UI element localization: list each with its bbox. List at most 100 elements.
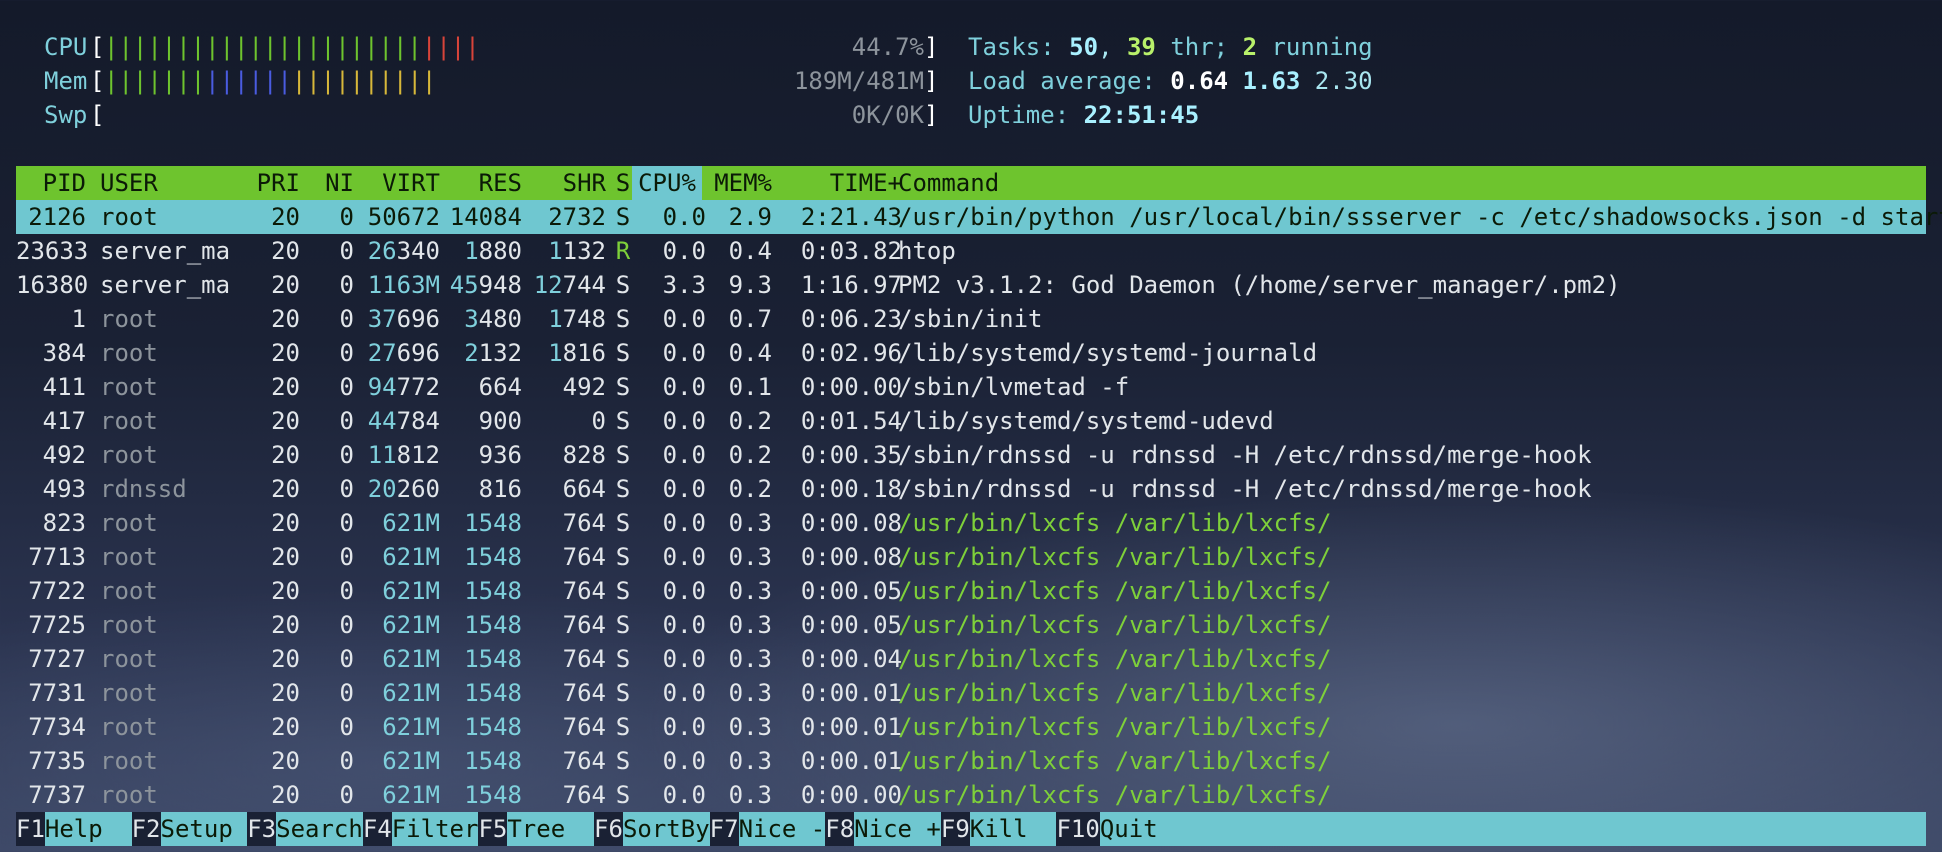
table-row[interactable]: 7734 root 20 0 621M 1548 764 S 0.0 0.3 0:00.01/usr… [16, 710, 1926, 744]
cell-pid: 1 [71, 305, 86, 333]
cell-cpu: 0.0 [662, 305, 706, 333]
table-row[interactable]: 7713 root 20 0 621M 1548 764 S 0.0 0.3 0:00.08/usr… [16, 540, 1926, 574]
function-key-f8[interactable]: F8 [825, 812, 855, 846]
swap-meter-value: 0K/0K [851, 101, 924, 129]
cell-value-low: 696 [396, 305, 440, 333]
function-key-f2[interactable]: F2 [131, 812, 161, 846]
process-list[interactable]: 2126 root 20 0 50672 14084 2732 S 0.0 2.9 2:21.43/… [16, 200, 1942, 812]
function-key-f6[interactable]: F6 [594, 812, 623, 846]
tasks-separator: , [1098, 33, 1113, 61]
table-row[interactable]: 23633 server_ma 20 0 26340 1880 1132 R 0.0 0.4 0:0… [16, 234, 1926, 268]
cell-res: 1880 [440, 234, 522, 268]
table-row[interactable]: 7725 root 20 0 621M 1548 764 S 0.0 0.3 0:00.05/usr… [16, 608, 1926, 642]
cell-virt: 27696 [354, 336, 440, 370]
column-header-pri[interactable]: PRI [240, 166, 300, 200]
cell-virt: 621M [382, 713, 440, 741]
cell-mem: 0.3 [728, 645, 772, 673]
running-count: 2 [1242, 33, 1258, 61]
uptime-info: Uptime: 22:51:45 [968, 98, 1199, 132]
function-key-label-f7[interactable]: Nice - [739, 812, 826, 846]
cell-cmd: /usr/bin/lxcfs /var/lib/lxcfs/ [898, 543, 1332, 571]
cell-pri: 20 [271, 441, 300, 469]
mem-meter-label: Mem [44, 67, 88, 95]
table-row[interactable]: 384 root 20 0 27696 2132 1816 S 0.0 0.4 0:02.96/li… [16, 336, 1926, 370]
table-row[interactable]: 823 root 20 0 621M 1548 764 S 0.0 0.3 0:00.08/usr/… [16, 506, 1926, 540]
table-row[interactable]: 7727 root 20 0 621M 1548 764 S 0.0 0.3 0:00.04/usr… [16, 642, 1926, 676]
function-key-f4[interactable]: F4 [362, 812, 392, 846]
function-key-bar[interactable]: F1Help F2Setup F3SearchF4FilterF5Tree F6… [16, 812, 1926, 846]
function-key-f1[interactable]: F1 [16, 812, 45, 846]
table-row[interactable]: 7731 root 20 0 621M 1548 764 S 0.0 0.3 0:00.01/usr… [16, 676, 1926, 710]
cell-res: 1548 [464, 509, 522, 537]
function-key-f9[interactable]: F9 [940, 812, 970, 846]
column-header-mem[interactable]: MEM% [706, 166, 772, 200]
column-header-res[interactable]: RES [440, 166, 522, 200]
column-header-virt[interactable]: VIRT [354, 166, 440, 200]
cell-user: root [100, 747, 158, 775]
cell-value-low: 744 [562, 271, 606, 299]
cell-user: root [100, 679, 158, 707]
cell-user: root [100, 611, 158, 639]
cell-cpu: 0.0 [662, 441, 706, 469]
column-header-ni[interactable]: NI [300, 166, 354, 200]
table-row[interactable]: 493 rdnssd 20 0 20260 816 664 S 0.0 0.2 0:00.18/sb… [16, 472, 1926, 506]
cell-user: root [100, 373, 158, 401]
table-row[interactable]: 417 root 20 0 44784 900 0 S 0.0 0.2 0:01.54/lib/sy… [16, 404, 1926, 438]
function-key-label-f6[interactable]: SortBy [623, 812, 710, 846]
column-header-cpu[interactable]: CPU% [632, 166, 702, 200]
table-row[interactable]: 411 root 20 0 94772 664 492 S 0.0 0.1 0:00.00/sbin… [16, 370, 1926, 404]
cell-virt: 621M [382, 781, 440, 809]
cell-cmd: /usr/bin/lxcfs /var/lib/lxcfs/ [898, 509, 1332, 537]
function-key-label-f3[interactable]: Search [276, 812, 363, 846]
function-key-label-f5[interactable]: Tree [507, 812, 594, 846]
meter-segment: |||||||||| [291, 67, 437, 95]
cell-pid: 417 [42, 407, 86, 435]
cell-virt: 44784 [354, 404, 440, 438]
function-key-label-f9[interactable]: Kill [970, 812, 1057, 846]
cell-mem: 0.3 [728, 577, 772, 605]
cell-virt: 11812 [354, 438, 440, 472]
cell-cmd: /usr/bin/lxcfs /var/lib/lxcfs/ [898, 645, 1332, 673]
function-key-label-f1[interactable]: Help [45, 812, 132, 846]
cell-cmd: /lib/systemd/systemd-udevd [898, 407, 1274, 435]
process-table[interactable]: PID USER PRI NI VIRT RES SHR S CPU% MEM% TIME+ Comm… [16, 166, 1942, 812]
function-key-f5[interactable]: F5 [478, 812, 508, 846]
cell-shr: 1816 [522, 336, 606, 370]
table-row[interactable]: 7735 root 20 0 621M 1548 764 S 0.0 0.3 0:00.01/usr… [16, 744, 1926, 778]
mem-meter-value: 189M/481M [793, 67, 924, 95]
cell-pid: 2126 [28, 203, 86, 231]
cell-value-high: 26 [367, 237, 397, 265]
cell-value-low: 880 [478, 237, 522, 265]
cell-user: root [100, 203, 158, 231]
function-key-label-f4[interactable]: Filter [392, 812, 479, 846]
table-row[interactable]: 16380 server_ma 20 0 1163M 45948 12744 S 3.3 9.3 1… [16, 268, 1926, 302]
column-header-time[interactable]: TIME+ [772, 166, 902, 200]
function-key-f3[interactable]: F3 [247, 812, 277, 846]
column-header-pid[interactable]: PID [16, 166, 86, 200]
table-header[interactable]: PID USER PRI NI VIRT RES SHR S CPU% MEM% TIME+ Comm… [16, 166, 1926, 200]
table-row-selected[interactable]: 2126 root 20 0 50672 14084 2732 S 0.0 2.9 2:21.43/… [16, 200, 1942, 234]
cell-shr: 764 [562, 543, 606, 571]
column-header-shr[interactable]: SHR [522, 166, 606, 200]
cell-pri: 20 [271, 271, 300, 299]
cell-cpu: 0.0 [662, 577, 706, 605]
function-key-label-f10[interactable]: Quit [1100, 812, 1158, 846]
table-row[interactable]: 7737 root 20 0 621M 1548 764 S 0.0 0.3 0:00.00/usr… [16, 778, 1926, 812]
cell-value-low: 260 [396, 475, 440, 503]
function-key-f10[interactable]: F10 [1056, 812, 1100, 846]
cell-pid: 23633 [16, 237, 89, 265]
cell-mem: 0.7 [728, 305, 772, 333]
cell-virt: 50672 [367, 203, 440, 231]
column-header-user[interactable]: USER [100, 166, 240, 200]
column-header-cmd[interactable]: Command [898, 166, 1926, 200]
function-key-f7[interactable]: F7 [709, 812, 739, 846]
table-row[interactable]: 1 root 20 0 37696 3480 1748 S 0.0 0.7 0:06.23/sbin… [16, 302, 1926, 336]
cell-cmd: PM2 v3.1.2: God Daemon (/home/server_man… [898, 271, 1621, 299]
function-key-label-f2[interactable]: Setup [161, 812, 248, 846]
function-key-label-f8[interactable]: Nice + [854, 812, 941, 846]
table-row[interactable]: 492 root 20 0 11812 936 828 S 0.0 0.2 0:00.35/sbin… [16, 438, 1926, 472]
cell-shr: 764 [562, 577, 606, 605]
table-row[interactable]: 7722 root 20 0 621M 1548 764 S 0.0 0.3 0:00.05/usr… [16, 574, 1926, 608]
cell-cmd: /usr/bin/lxcfs /var/lib/lxcfs/ [898, 781, 1332, 809]
cell-value-low: 948 [478, 271, 522, 299]
